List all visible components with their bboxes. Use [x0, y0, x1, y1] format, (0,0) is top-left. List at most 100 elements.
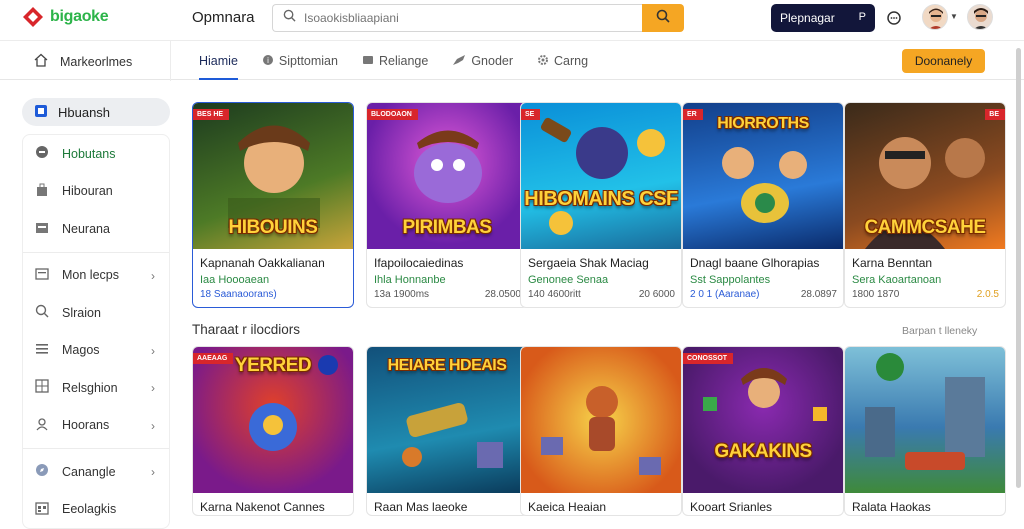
circle-icon: i	[262, 54, 274, 69]
game-subtitle: Ihla Honnanbe	[374, 274, 446, 286]
grid-icon	[35, 379, 49, 396]
calendar-icon	[35, 501, 49, 518]
sidebar-item-label: Mon lecps	[62, 268, 119, 283]
art-title: HIBOMAINS CSF	[524, 188, 678, 210]
square-icon	[362, 54, 374, 69]
search-icon	[35, 304, 49, 321]
sidebar-item-9[interactable]: Canangle ›	[23, 453, 169, 491]
search-bar	[272, 4, 684, 32]
tab-label: Sipttomian	[278, 54, 338, 68]
sidebar-item-5[interactable]: Slraion	[23, 294, 169, 332]
bag-icon	[35, 183, 49, 200]
game-subtitle: Sst Sappolantes	[690, 274, 771, 286]
tab-label: Reliange	[378, 54, 429, 68]
art-title: GAKAKINS	[714, 441, 812, 462]
sidebar: Hbuansh Hobutans Hibouran Neurana Mon le…	[22, 98, 170, 529]
nav-cta-button[interactable]: Doonanely	[902, 49, 985, 73]
search-icon	[283, 9, 296, 27]
sidebar-item-3[interactable]: Neurana	[23, 210, 169, 248]
search-input[interactable]	[304, 11, 624, 25]
card-info: Karna Benntan Sera Kaoartanoan 1800 1870…	[845, 249, 1005, 300]
meta-left[interactable]: 2 0 1 (Aaranae)	[690, 289, 760, 300]
search-field[interactable]	[272, 4, 642, 32]
game-art: ER HIORROTHS	[683, 103, 843, 249]
art-title: CAMMCSAHE	[864, 217, 986, 238]
tab-home[interactable]: Hiamie	[199, 41, 238, 81]
game-card[interactable]: ER HIORROTHS Dnagl baane Glhorapias Sst …	[682, 102, 844, 308]
chevron-right-icon: ›	[151, 465, 155, 479]
chevron-down-icon[interactable]: ▼	[950, 12, 958, 21]
game-art: CONOSSOT GAKAKINS	[683, 347, 843, 493]
game-card[interactable]: SE HIBOMAINS CSF Sergaeia Shak Maciag Ge…	[520, 102, 682, 308]
sidebar-item-6[interactable]: Magos ›	[23, 332, 169, 370]
card-info: Raan Mas laeoke	[367, 493, 527, 514]
tab-4[interactable]: Gnoder	[452, 41, 513, 81]
nav-bar: Markeorlmes Hiamie i Sipttomian Reliange…	[0, 40, 1024, 81]
sidebar-item-label: Hoorans	[62, 418, 110, 433]
chevron-right-icon: ›	[151, 268, 155, 283]
card-info: Kooart Srianles	[683, 493, 843, 514]
game-art: HEIARE HDEAIS	[367, 347, 527, 493]
chevron-right-icon: ›	[151, 381, 155, 395]
meta-left: 140 4600ritt	[528, 289, 581, 300]
game-art	[845, 347, 1005, 493]
art-title: HIORROTHS	[717, 115, 809, 132]
meta-right: 20 6000	[638, 289, 675, 300]
card-badge: BE	[985, 109, 1005, 120]
sidebar-head[interactable]: Hbuansh	[22, 98, 170, 126]
secondary-avatar[interactable]	[967, 4, 993, 30]
card-badge: BLODOAON	[367, 109, 418, 120]
game-card[interactable]: HEIARE HDEAIS Raan Mas laeoke	[366, 346, 528, 516]
game-title: Dnagl baane Glhorapias	[690, 256, 820, 270]
sidebar-item-10[interactable]: Eeolagkis	[23, 491, 169, 529]
game-title: Karna Benntan	[852, 256, 933, 270]
app-title: Opmnara	[192, 9, 255, 26]
user-avatar[interactable]	[922, 4, 948, 30]
game-subtitle: Iaa Hoooaean	[200, 274, 270, 286]
nav-home[interactable]: Markeorlmes	[34, 53, 132, 70]
game-card[interactable]: BE CAMMCSAHE Karna Benntan Sera Kaoartan…	[844, 102, 1006, 308]
chevron-right-icon: ›	[151, 418, 155, 433]
app-square-icon	[34, 104, 48, 121]
art-title: YERRED	[234, 355, 312, 376]
meta-right: 28.0500	[484, 289, 521, 300]
search-button[interactable]	[642, 4, 684, 32]
section-more-link[interactable]: Barpan t lleneky	[902, 325, 977, 337]
game-title: Kapnanah Oakkalianan	[200, 256, 325, 270]
game-card[interactable]: CONOSSOT GAKAKINS Kooart Srianles	[682, 346, 844, 516]
user-icon	[35, 417, 49, 434]
card-info: Dnagl baane Glhorapias Sst Sappolantes 2…	[683, 249, 843, 300]
promo-suffix: P	[858, 11, 866, 23]
sidebar-item-label: Canangle	[62, 464, 116, 479]
tab-2[interactable]: i Sipttomian	[262, 41, 338, 81]
sidebar-item-4[interactable]: Mon lecps ›	[23, 257, 169, 295]
game-card[interactable]: BLODOAON PIRIMBAS Ifapoilocaiedinas Ihla…	[366, 102, 528, 308]
game-card[interactable]: BES HE HIBOUINS Kapnanah Oakkalianan Iaa…	[192, 102, 354, 308]
logo-icon	[22, 6, 44, 28]
sidebar-item-7[interactable]: Relsghion ›	[23, 369, 169, 407]
meta-left[interactable]: 18 Saanaoorans)	[200, 289, 277, 300]
card-info: Sergaeia Shak Maciag Genonee Senaa 140 4…	[521, 249, 681, 300]
tab-5[interactable]: Carng	[537, 41, 588, 81]
tab-label: Carng	[554, 54, 589, 68]
image-icon	[35, 267, 49, 284]
sidebar-list: Hobutans Hibouran Neurana Mon lecps › Sl…	[22, 134, 170, 529]
card-info: Kapnanah Oakkalianan Iaa Hoooaean 18 Saa…	[193, 249, 353, 300]
sidebar-item-2[interactable]: Hibouran	[23, 173, 169, 211]
game-card[interactable]: Kaeica Heaian	[520, 346, 682, 516]
nav-divider	[170, 41, 171, 81]
nav-home-label: Markeorlmes	[60, 54, 133, 69]
message-icon[interactable]	[886, 10, 902, 31]
game-card[interactable]: AAEAAG YERRED Karna Nakenot Cannes	[192, 346, 354, 516]
page-scrollbar[interactable]	[1016, 48, 1021, 488]
game-title: Ifapoilocaiedinas	[374, 256, 464, 270]
promo-button[interactable]: Plepnagar P	[771, 4, 875, 32]
tab-3[interactable]: Reliange	[362, 41, 428, 81]
nav-tabs: Hiamie i Sipttomian Reliange Gnoder Carn…	[199, 41, 612, 81]
art-title: PIRIMBAS	[402, 217, 492, 238]
sidebar-item-8[interactable]: Hoorans ›	[23, 407, 169, 445]
gear-icon	[537, 54, 549, 69]
app-logo[interactable]: bigaoke	[22, 6, 109, 28]
game-card[interactable]: Ralata Haokas	[844, 346, 1006, 516]
sidebar-item-1[interactable]: Hobutans	[23, 135, 169, 173]
